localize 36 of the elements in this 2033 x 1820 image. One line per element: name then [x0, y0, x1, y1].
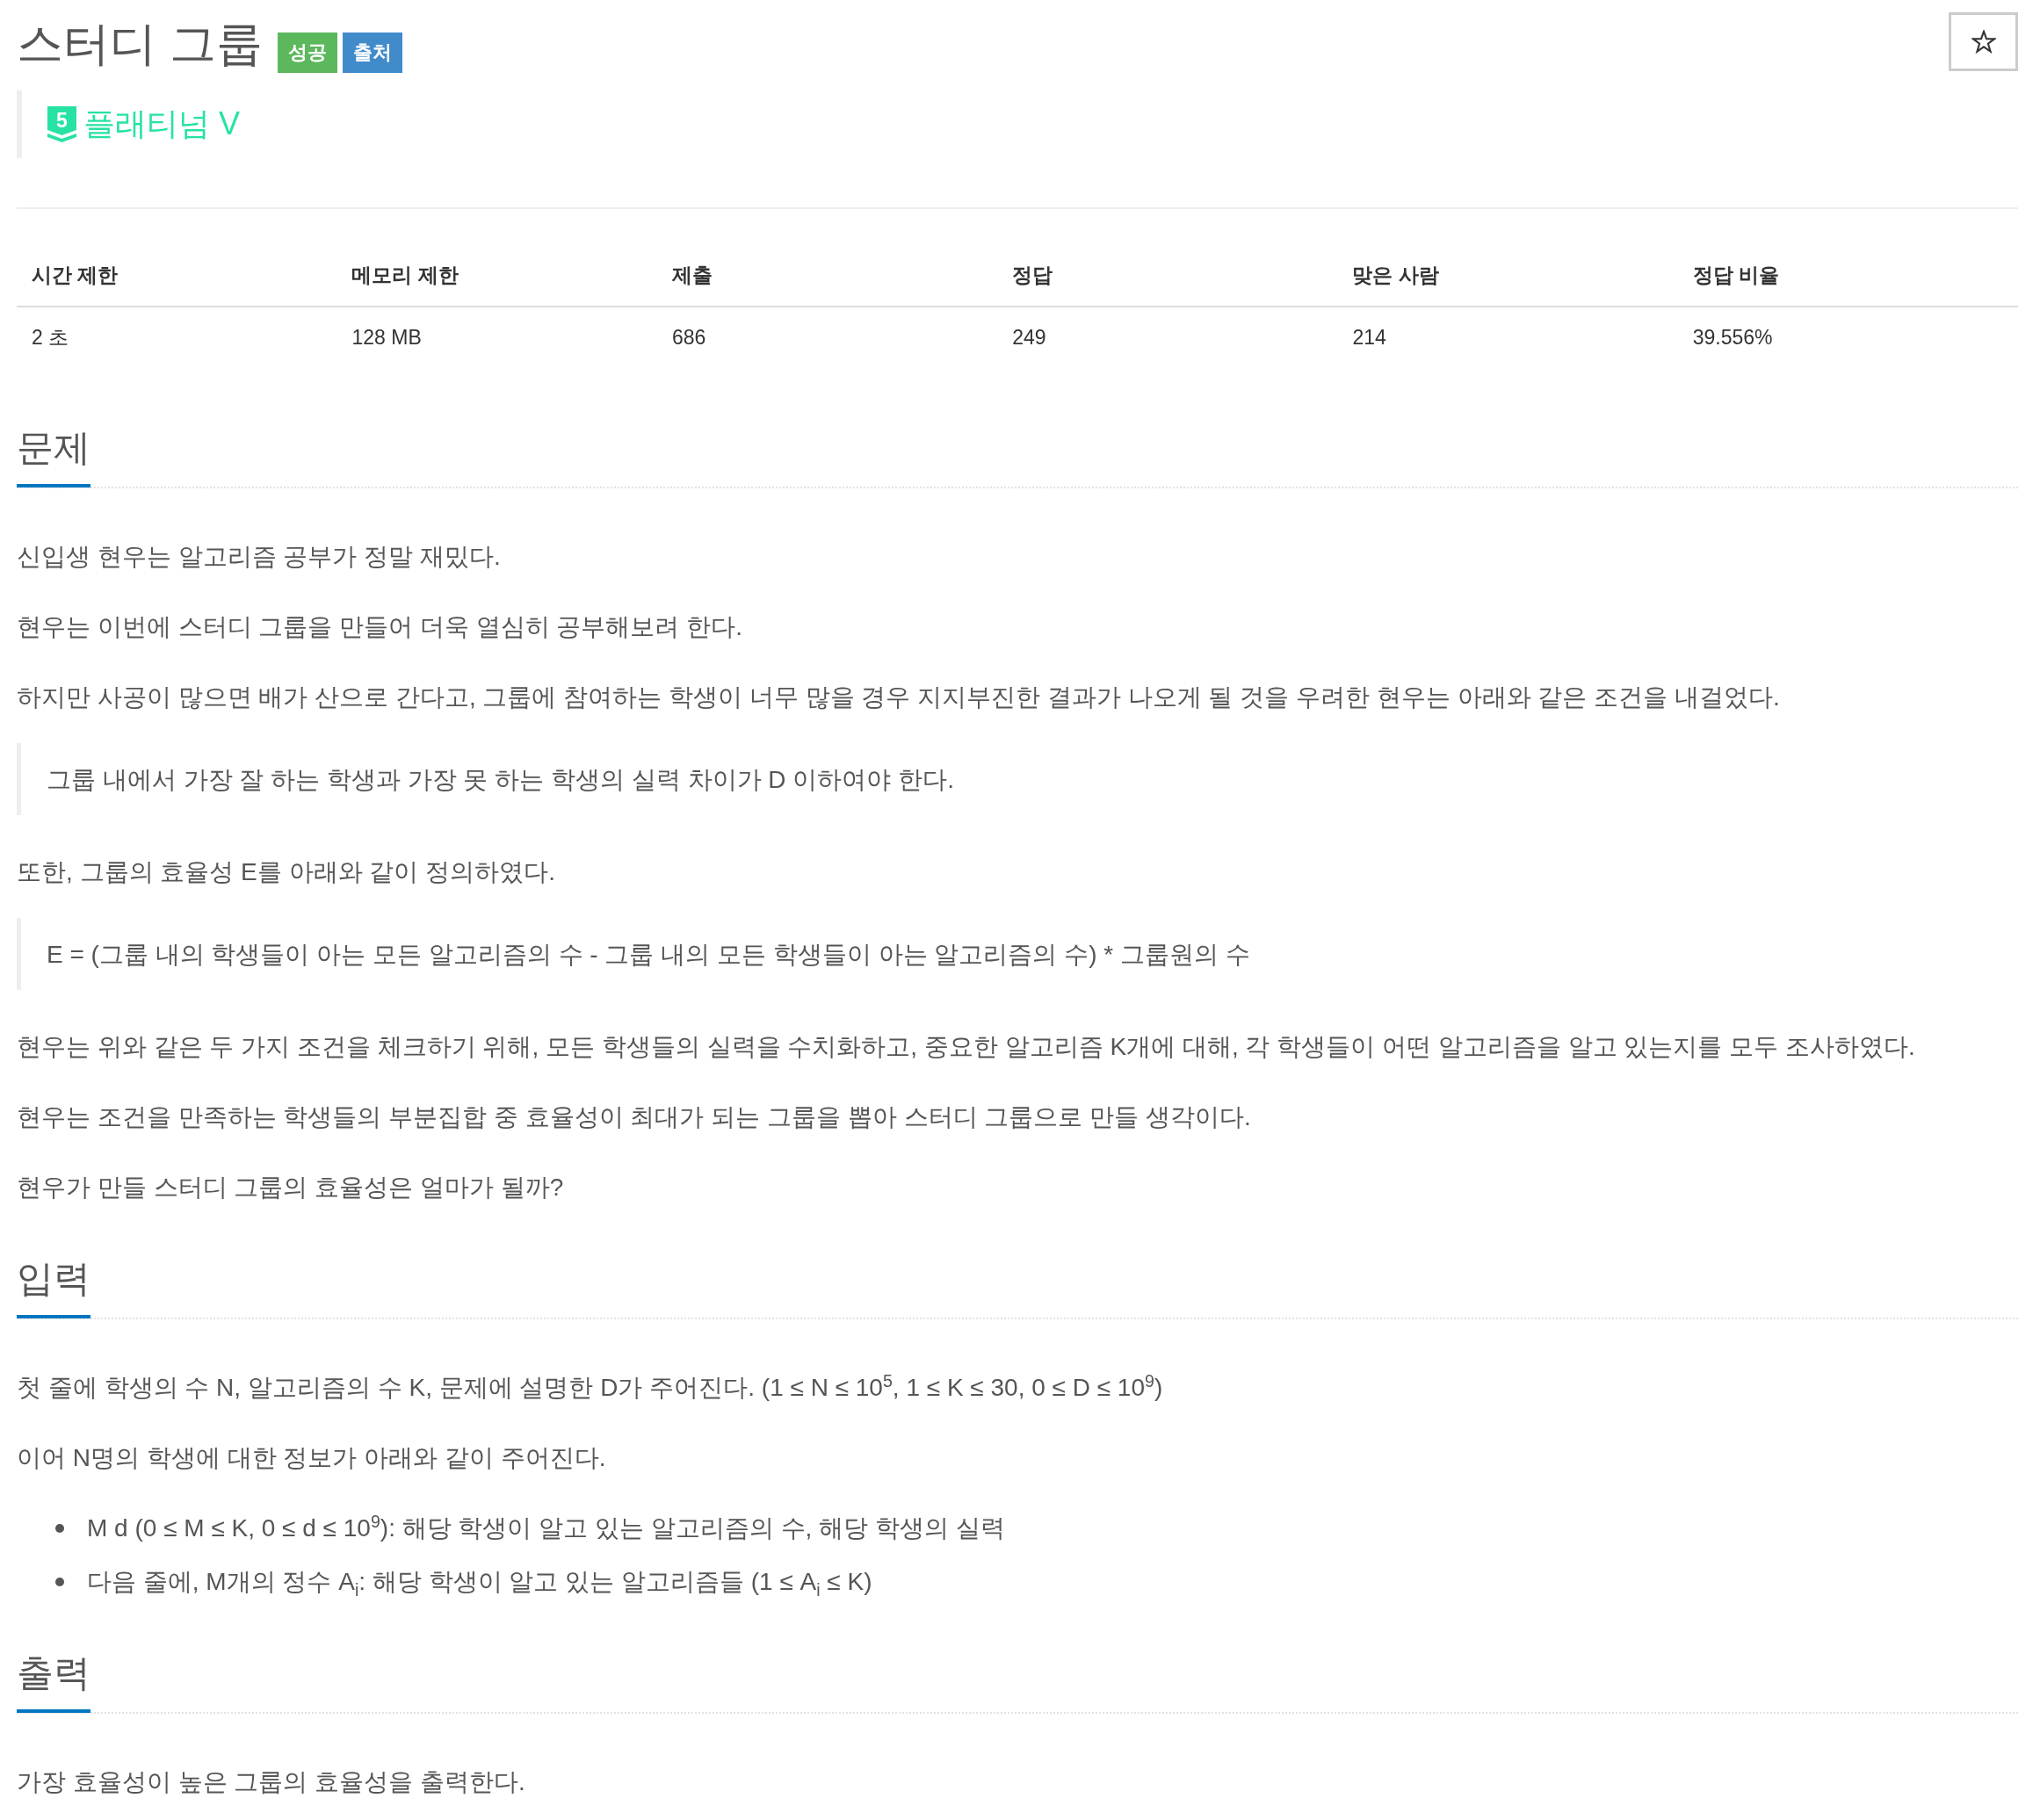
- paragraph: 가장 효율성이 높은 그룹의 효율성을 출력한다.: [17, 1767, 526, 1797]
- section-heading: 입력: [17, 1256, 90, 1318]
- paragraph: 현우는 위와 같은 두 가지 조건을 체크하기 위해, 모든 학생들의 실력을 수치화하고, 중요한 알고리즘 K개에 대해, 각 학생들이 어떤 알고리즘을 알고 있는지를 모두 조사하였다.: [17, 1032, 1916, 1062]
- problem-title: 스터디 그룹: [17, 18, 263, 69]
- paragraph: 이어 N명의 학생에 대한 정보가 아래와 같이 주어진다.: [17, 1443, 607, 1473]
- paragraph: 또한, 그룹의 효율성 E를 아래와 같이 정의하였다.: [17, 857, 556, 887]
- list-item-text: 다음 줄에, M개의 정수 A$_{i}$: 해당 학생이 알고 있는 알고리즘들 (1 ≤ A$_{i}$ ≤ K): [87, 1567, 872, 1601]
- table-cell: 2 초: [17, 307, 337, 368]
- table-cell: 686: [656, 307, 998, 368]
- column-header: 정답 비율: [1677, 245, 2018, 307]
- list-item-text: M d (0 ≤ M ≤ K, 0 ≤ d ≤ 10$^{9}$): 해당 학생이 알고 있는 알고리즘의 수, 해당 학생의 실력: [87, 1510, 1005, 1543]
- bullet-icon: [55, 1523, 64, 1533]
- column-header: 제출: [656, 245, 998, 307]
- section-heading: 출력: [17, 1650, 90, 1713]
- bullet-icon: [55, 1577, 64, 1586]
- title-tag[interactable]: 성공: [277, 32, 337, 73]
- title-tag[interactable]: 출처: [342, 32, 402, 73]
- star-button[interactable]: [1949, 12, 2018, 71]
- paragraph: 현우는 이번에 스터디 그룹을 만들어 더욱 열심히 공부해보려 한다.: [17, 612, 743, 642]
- paragraph: 하지만 사공이 많으면 배가 산으로 간다고, 그룹에 참여하는 학생이 너무 많을 경우 지지부진한 결과가 나오게 될 것을 우려한 현우는 아래와 같은 조건을 내걸었다.: [17, 682, 1781, 712]
- tier-name[interactable]: 플래티넘 V: [83, 106, 240, 141]
- column-header: 정답: [997, 245, 1338, 307]
- table-cell: 214: [1337, 307, 1678, 368]
- paragraph: 신입생 현우는 알고리즘 공부가 정말 재밌다.: [17, 542, 502, 572]
- table-cell: 249: [997, 307, 1338, 368]
- column-header: 시간 제한: [17, 245, 337, 307]
- paragraph: 현우가 만들 스터디 그룹의 효율성은 얼마가 될까?: [17, 1173, 565, 1202]
- column-header: 맞은 사람: [1337, 245, 1678, 307]
- column-header: 메모리 제한: [336, 245, 657, 307]
- quote-block: 그룹 내에서 가장 잘 하는 학생과 가장 못 하는 학생의 실력 차이가 D 이하여야 한다.: [17, 743, 2018, 815]
- quote-block: E = (그룹 내의 학생들이 아는 모든 알고리즘의 수 - 그룹 내의 모든 학생들이 아는 알고리즘의 수) * 그룹원의 수: [17, 918, 2018, 990]
- paragraph: 첫 줄에 학생의 수 N, 알고리즘의 수 K, 문제에 설명한 D가 주어진다. (1 ≤ N ≤ 10$^{5}$, 1 ≤ K ≤ 30, 0 ≤ D ≤ 10$^{9}$): [17, 1369, 1164, 1403]
- table-cell: 39.556%: [1677, 307, 2018, 368]
- section-heading: 문제: [17, 425, 90, 488]
- paragraph: 현우는 조건을 만족하는 학생들의 부분집합 중 효율성이 최대가 되는 그룹을 뽑아 스터디 그룹으로 만들 생각이다.: [17, 1102, 1252, 1132]
- table-cell: 128 MB: [336, 307, 657, 368]
